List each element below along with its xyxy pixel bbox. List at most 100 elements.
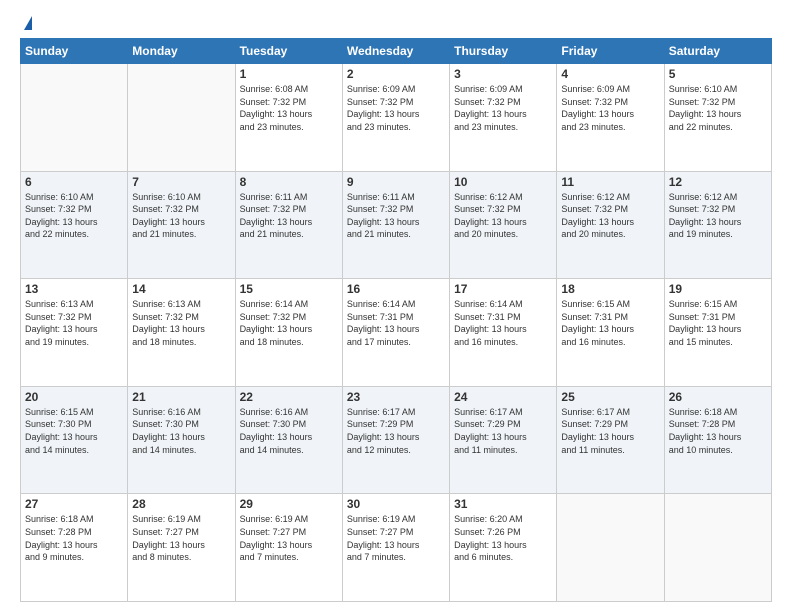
calendar-cell: 26 Sunrise: 6:18 AM Sunset: 7:28 PM Dayli… <box>664 386 771 494</box>
day-number: 4 <box>561 67 659 81</box>
day-number: 22 <box>240 390 338 404</box>
day-info: Sunrise: 6:14 AM Sunset: 7:31 PM Dayligh… <box>454 298 552 348</box>
col-header-sunday: Sunday <box>21 39 128 64</box>
calendar-week-row: 1 Sunrise: 6:08 AM Sunset: 7:32 PM Daylig… <box>21 64 772 172</box>
calendar-cell: 2 Sunrise: 6:09 AM Sunset: 7:32 PM Daylig… <box>342 64 449 172</box>
day-number: 11 <box>561 175 659 189</box>
calendar-cell: 11 Sunrise: 6:12 AM Sunset: 7:32 PM Dayli… <box>557 171 664 279</box>
day-info: Sunrise: 6:12 AM Sunset: 7:32 PM Dayligh… <box>454 191 552 241</box>
day-number: 14 <box>132 282 230 296</box>
day-number: 29 <box>240 497 338 511</box>
day-info: Sunrise: 6:11 AM Sunset: 7:32 PM Dayligh… <box>240 191 338 241</box>
calendar-cell: 17 Sunrise: 6:14 AM Sunset: 7:31 PM Dayli… <box>450 279 557 387</box>
day-number: 1 <box>240 67 338 81</box>
day-number: 5 <box>669 67 767 81</box>
day-number: 3 <box>454 67 552 81</box>
calendar-cell: 21Sunrise: 6:16 AM Sunset: 7:30 PM Dayli… <box>128 386 235 494</box>
day-number: 9 <box>347 175 445 189</box>
day-info: Sunrise: 6:19 AM Sunset: 7:27 PM Dayligh… <box>347 513 445 563</box>
col-header-wednesday: Wednesday <box>342 39 449 64</box>
calendar-table: SundayMondayTuesdayWednesdayThursdayFrid… <box>20 38 772 602</box>
calendar-cell <box>128 64 235 172</box>
day-info: Sunrise: 6:14 AM Sunset: 7:31 PM Dayligh… <box>347 298 445 348</box>
calendar-cell: 7 Sunrise: 6:10 AM Sunset: 7:32 PM Daylig… <box>128 171 235 279</box>
day-info: Sunrise: 6:11 AM Sunset: 7:32 PM Dayligh… <box>347 191 445 241</box>
day-info: Sunrise: 6:15 AM Sunset: 7:30 PM Dayligh… <box>25 406 123 456</box>
day-info: Sunrise: 6:09 AM Sunset: 7:32 PM Dayligh… <box>454 83 552 133</box>
day-info: Sunrise: 6:10 AM Sunset: 7:32 PM Dayligh… <box>669 83 767 133</box>
calendar-week-row: 13Sunrise: 6:13 AM Sunset: 7:32 PM Dayli… <box>21 279 772 387</box>
calendar-cell: 3 Sunrise: 6:09 AM Sunset: 7:32 PM Daylig… <box>450 64 557 172</box>
day-info: Sunrise: 6:19 AM Sunset: 7:27 PM Dayligh… <box>132 513 230 563</box>
col-header-friday: Friday <box>557 39 664 64</box>
calendar-cell <box>21 64 128 172</box>
calendar-cell: 13Sunrise: 6:13 AM Sunset: 7:32 PM Dayli… <box>21 279 128 387</box>
calendar-cell: 6 Sunrise: 6:10 AM Sunset: 7:32 PM Daylig… <box>21 171 128 279</box>
calendar-cell: 28Sunrise: 6:19 AM Sunset: 7:27 PM Dayli… <box>128 494 235 602</box>
day-number: 10 <box>454 175 552 189</box>
header <box>20 16 772 32</box>
calendar-cell: 24Sunrise: 6:17 AM Sunset: 7:29 PM Dayli… <box>450 386 557 494</box>
day-info: Sunrise: 6:16 AM Sunset: 7:30 PM Dayligh… <box>132 406 230 456</box>
calendar-cell: 20 Sunrise: 6:15 AM Sunset: 7:30 PM Dayli… <box>21 386 128 494</box>
day-info: Sunrise: 6:10 AM Sunset: 7:32 PM Dayligh… <box>25 191 123 241</box>
day-number: 2 <box>347 67 445 81</box>
day-number: 8 <box>240 175 338 189</box>
calendar-header-row: SundayMondayTuesdayWednesdayThursdayFrid… <box>21 39 772 64</box>
day-number: 19 <box>669 282 767 296</box>
col-header-monday: Monday <box>128 39 235 64</box>
page: SundayMondayTuesdayWednesdayThursdayFrid… <box>0 0 792 612</box>
calendar-cell: 15 Sunrise: 6:14 AM Sunset: 7:32 PM Dayli… <box>235 279 342 387</box>
day-info: Sunrise: 6:09 AM Sunset: 7:32 PM Dayligh… <box>561 83 659 133</box>
logo-triangle-icon <box>24 16 32 30</box>
day-info: Sunrise: 6:19 AM Sunset: 7:27 PM Dayligh… <box>240 513 338 563</box>
day-info: Sunrise: 6:15 AM Sunset: 7:31 PM Dayligh… <box>561 298 659 348</box>
day-number: 25 <box>561 390 659 404</box>
day-number: 23 <box>347 390 445 404</box>
calendar-week-row: 20 Sunrise: 6:15 AM Sunset: 7:30 PM Dayli… <box>21 386 772 494</box>
day-number: 15 <box>240 282 338 296</box>
calendar-cell: 1 Sunrise: 6:08 AM Sunset: 7:32 PM Daylig… <box>235 64 342 172</box>
col-header-tuesday: Tuesday <box>235 39 342 64</box>
calendar-cell: 22 Sunrise: 6:16 AM Sunset: 7:30 PM Dayli… <box>235 386 342 494</box>
day-number: 27 <box>25 497 123 511</box>
day-info: Sunrise: 6:10 AM Sunset: 7:32 PM Dayligh… <box>132 191 230 241</box>
col-header-saturday: Saturday <box>664 39 771 64</box>
calendar-cell: 9 Sunrise: 6:11 AM Sunset: 7:32 PM Daylig… <box>342 171 449 279</box>
calendar-cell: 5 Sunrise: 6:10 AM Sunset: 7:32 PM Daylig… <box>664 64 771 172</box>
day-info: Sunrise: 6:14 AM Sunset: 7:32 PM Dayligh… <box>240 298 338 348</box>
calendar-cell: 16 Sunrise: 6:14 AM Sunset: 7:31 PM Dayli… <box>342 279 449 387</box>
day-info: Sunrise: 6:12 AM Sunset: 7:32 PM Dayligh… <box>669 191 767 241</box>
calendar-cell: 27 Sunrise: 6:18 AM Sunset: 7:28 PM Dayli… <box>21 494 128 602</box>
day-info: Sunrise: 6:12 AM Sunset: 7:32 PM Dayligh… <box>561 191 659 241</box>
day-info: Sunrise: 6:09 AM Sunset: 7:32 PM Dayligh… <box>347 83 445 133</box>
day-number: 17 <box>454 282 552 296</box>
day-number: 30 <box>347 497 445 511</box>
calendar-week-row: 27 Sunrise: 6:18 AM Sunset: 7:28 PM Dayli… <box>21 494 772 602</box>
day-info: Sunrise: 6:18 AM Sunset: 7:28 PM Dayligh… <box>669 406 767 456</box>
day-number: 24 <box>454 390 552 404</box>
calendar-cell <box>664 494 771 602</box>
day-info: Sunrise: 6:13 AM Sunset: 7:32 PM Dayligh… <box>132 298 230 348</box>
day-number: 18 <box>561 282 659 296</box>
day-info: Sunrise: 6:08 AM Sunset: 7:32 PM Dayligh… <box>240 83 338 133</box>
day-info: Sunrise: 6:18 AM Sunset: 7:28 PM Dayligh… <box>25 513 123 563</box>
calendar-cell: 4 Sunrise: 6:09 AM Sunset: 7:32 PM Daylig… <box>557 64 664 172</box>
day-number: 6 <box>25 175 123 189</box>
calendar-cell <box>557 494 664 602</box>
calendar-week-row: 6 Sunrise: 6:10 AM Sunset: 7:32 PM Daylig… <box>21 171 772 279</box>
calendar-cell: 25Sunrise: 6:17 AM Sunset: 7:29 PM Dayli… <box>557 386 664 494</box>
calendar-cell: 31 Sunrise: 6:20 AM Sunset: 7:26 PM Dayli… <box>450 494 557 602</box>
calendar-cell: 18 Sunrise: 6:15 AM Sunset: 7:31 PM Dayli… <box>557 279 664 387</box>
day-number: 16 <box>347 282 445 296</box>
day-number: 7 <box>132 175 230 189</box>
day-number: 20 <box>25 390 123 404</box>
calendar-cell: 23 Sunrise: 6:17 AM Sunset: 7:29 PM Dayli… <box>342 386 449 494</box>
day-number: 31 <box>454 497 552 511</box>
day-number: 26 <box>669 390 767 404</box>
logo <box>20 16 32 32</box>
day-info: Sunrise: 6:20 AM Sunset: 7:26 PM Dayligh… <box>454 513 552 563</box>
calendar-cell: 12Sunrise: 6:12 AM Sunset: 7:32 PM Dayli… <box>664 171 771 279</box>
day-info: Sunrise: 6:17 AM Sunset: 7:29 PM Dayligh… <box>347 406 445 456</box>
day-info: Sunrise: 6:16 AM Sunset: 7:30 PM Dayligh… <box>240 406 338 456</box>
